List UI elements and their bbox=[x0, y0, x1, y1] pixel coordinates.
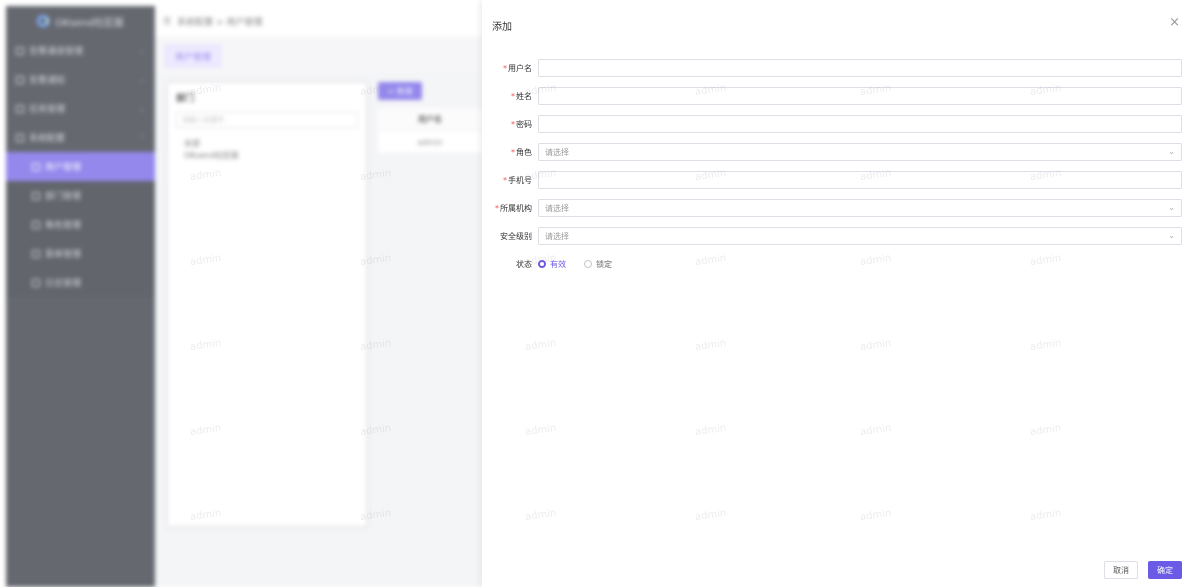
form-row-name: *姓名 bbox=[482, 87, 1182, 105]
required-star: * bbox=[503, 63, 507, 73]
form-row-org: *所属机构 请选择 ⌄ bbox=[482, 199, 1182, 217]
close-icon[interactable]: × bbox=[1169, 15, 1180, 30]
form-label: 安全级别 bbox=[500, 231, 532, 241]
form-row-phone: *手机号 bbox=[482, 171, 1182, 189]
select-placeholder: 请选择 bbox=[545, 147, 569, 157]
name-input[interactable] bbox=[538, 87, 1182, 105]
select-placeholder: 请选择 bbox=[545, 231, 569, 241]
select-placeholder: 请选择 bbox=[545, 203, 569, 213]
form-label: *所属机构 bbox=[495, 203, 532, 213]
form-row-status: 状态 有效 锁定 bbox=[482, 255, 1182, 273]
password-input[interactable] bbox=[538, 115, 1182, 133]
add-user-drawer: 添加 × *用户名 *姓名 *密码 *角色 请选择 ⌄ *手机号 *所属机构 请… bbox=[482, 0, 1192, 587]
form-label: *姓名 bbox=[511, 91, 532, 101]
required-star: * bbox=[511, 119, 515, 129]
radio-checked-icon bbox=[538, 260, 546, 268]
chevron-down-icon: ⌄ bbox=[1168, 231, 1175, 240]
required-star: * bbox=[511, 91, 515, 101]
drawer-title: 添加 bbox=[492, 22, 512, 33]
form-label: *密码 bbox=[511, 119, 532, 129]
chevron-down-icon: ⌄ bbox=[1168, 147, 1175, 156]
username-input[interactable] bbox=[538, 59, 1182, 77]
chevron-down-icon: ⌄ bbox=[1168, 203, 1175, 212]
form-label: *角色 bbox=[511, 147, 532, 157]
required-star: * bbox=[495, 203, 499, 213]
status-radio-locked[interactable]: 锁定 bbox=[584, 259, 612, 270]
drawer-mask[interactable] bbox=[0, 0, 482, 587]
confirm-button[interactable]: 确定 bbox=[1148, 561, 1182, 579]
security-level-select[interactable]: 请选择 ⌄ bbox=[538, 227, 1182, 245]
form-row-role: *角色 请选择 ⌄ bbox=[482, 143, 1182, 161]
radio-unchecked-icon bbox=[584, 260, 592, 268]
cancel-button[interactable]: 取消 bbox=[1104, 561, 1138, 579]
required-star: * bbox=[503, 175, 507, 185]
form-label: *手机号 bbox=[503, 175, 532, 185]
org-select[interactable]: 请选择 ⌄ bbox=[538, 199, 1182, 217]
form-row-username: *用户名 bbox=[482, 59, 1182, 77]
form-row-security: 安全级别 请选择 ⌄ bbox=[482, 227, 1182, 245]
status-radio-active[interactable]: 有效 bbox=[538, 259, 566, 270]
phone-input[interactable] bbox=[538, 171, 1182, 189]
status-radio-group: 有效 锁定 bbox=[538, 259, 612, 270]
form-label: *用户名 bbox=[503, 63, 532, 73]
form-label: 状态 bbox=[516, 259, 532, 269]
role-select[interactable]: 请选择 ⌄ bbox=[538, 143, 1182, 161]
form-row-password: *密码 bbox=[482, 115, 1182, 133]
required-star: * bbox=[511, 147, 515, 157]
